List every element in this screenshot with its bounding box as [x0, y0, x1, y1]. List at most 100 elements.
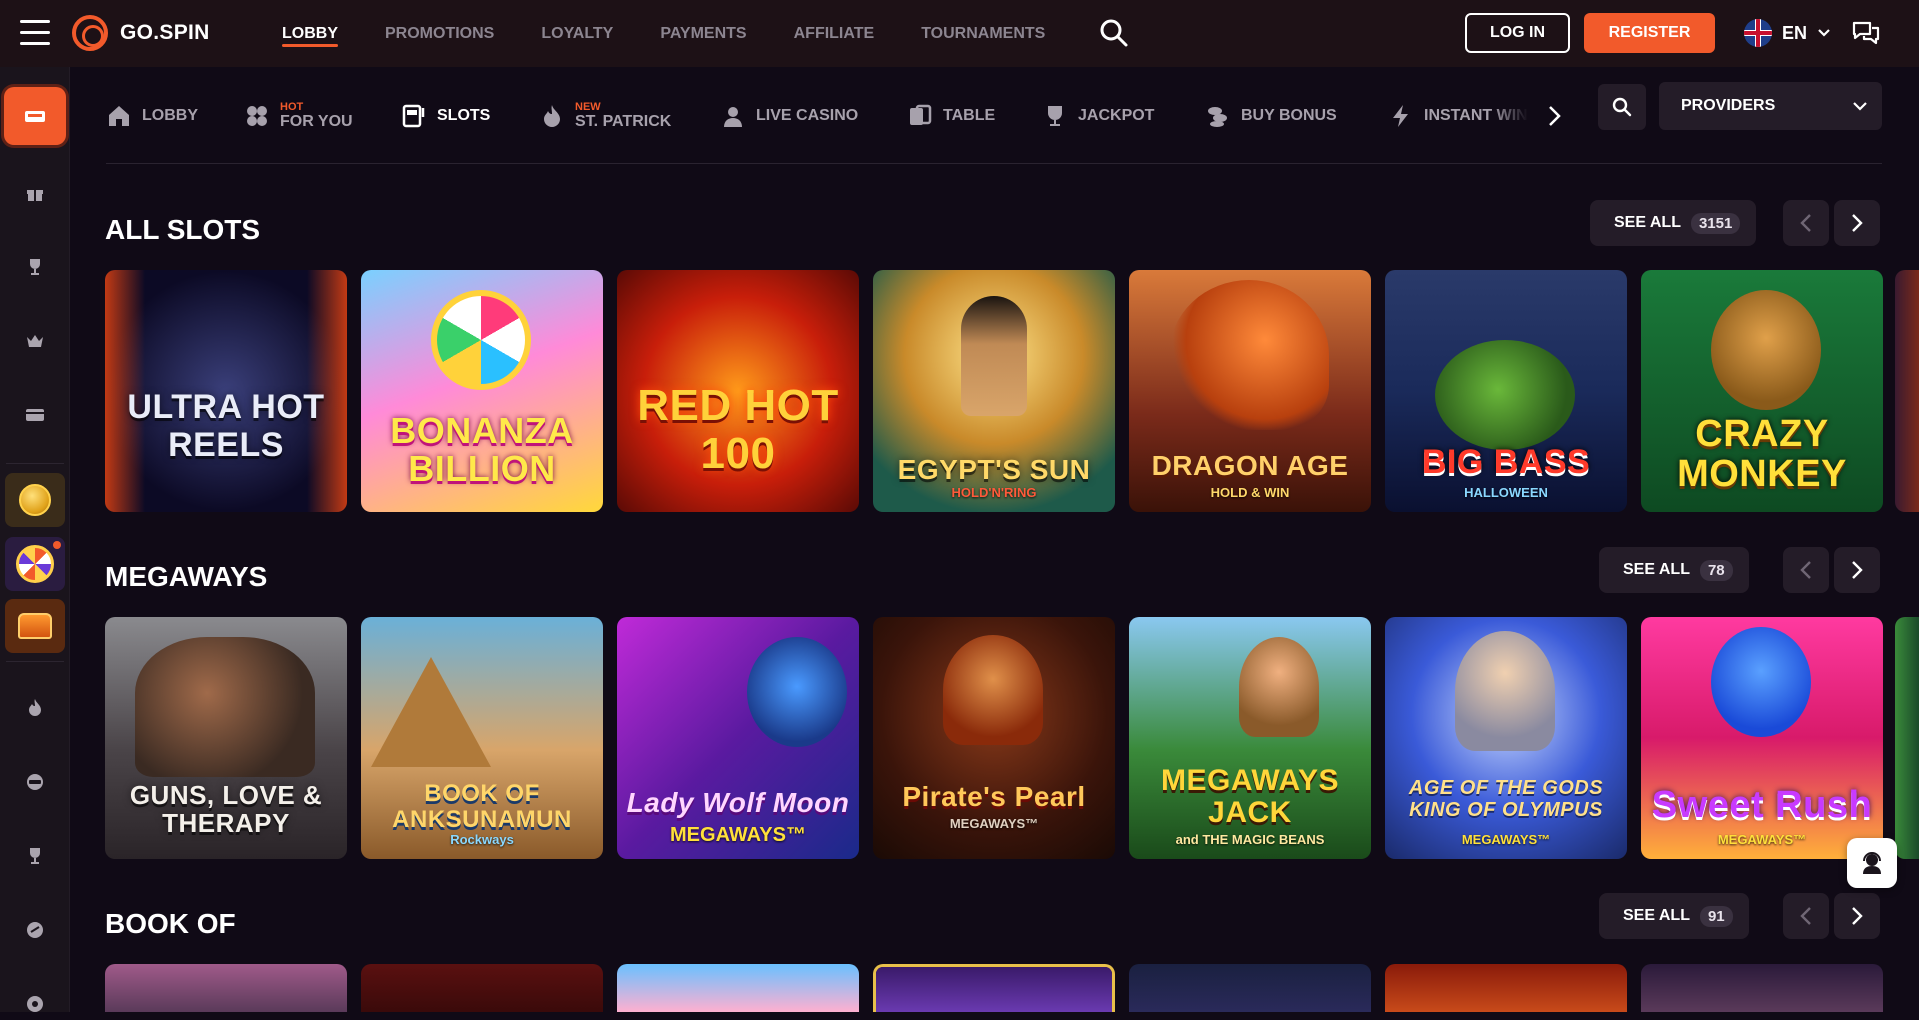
category-st-patrick[interactable]: NEW ST. PATRICK [539, 68, 671, 164]
sidebar-wheel-promo[interactable] [5, 537, 65, 591]
game-thumbnail [1385, 964, 1627, 1012]
game-card[interactable]: ULTRA HOT REELS [105, 270, 347, 512]
chevron-right-icon [1852, 561, 1863, 579]
see-all-megaways-button[interactable]: SEE ALL 78 [1599, 547, 1749, 593]
game-title: Pirate's Pearl [902, 781, 1086, 812]
see-all-label: SEE ALL [1623, 561, 1690, 578]
sidebar-gift-button[interactable] [19, 177, 51, 209]
nav-loyalty[interactable]: LOYALTY [541, 0, 613, 67]
game-title: BIG BASS [1421, 443, 1591, 481]
game-card[interactable]: BIG BASS HALLOWEEN [1385, 270, 1627, 512]
category-lobby[interactable]: LOBBY [106, 68, 198, 164]
nav-payments[interactable]: PAYMENTS [660, 0, 746, 67]
game-thumbnail [1129, 964, 1371, 1012]
game-card[interactable]: RED HOT 100 [617, 270, 859, 512]
slots-next-button[interactable] [1834, 200, 1880, 246]
category-slots[interactable]: SLOTS [401, 68, 490, 164]
category-bar: LOBBY HOT FOR YOU SLOTS NEW ST. PATRICK LI… [106, 68, 1882, 164]
menu-icon[interactable] [20, 20, 50, 46]
game-card[interactable] [1641, 964, 1883, 1012]
book-of-next-button[interactable] [1834, 893, 1880, 939]
nav-lobby[interactable]: LOBBY [282, 0, 338, 67]
see-all-slots-button[interactable]: SEE ALL 3151 [1590, 200, 1757, 246]
providers-dropdown[interactable]: PROVIDERS [1659, 82, 1882, 130]
chevron-right-icon [1852, 907, 1863, 925]
game-card[interactable]: EGYPT'S SUN HOLD'N'RING [873, 270, 1115, 512]
game-card[interactable]: Pirate's Pearl MEGAWAYS™ [873, 617, 1115, 859]
genie-figure [1711, 627, 1811, 737]
card-icon [26, 409, 44, 421]
game-card[interactable]: GUNS, LOVE & THERAPY [105, 617, 347, 859]
sidebar-slots-button[interactable] [4, 87, 66, 145]
game-card[interactable] [617, 964, 859, 1012]
language-label: EN [1782, 22, 1808, 43]
game-title: EGYPT'S SUN [897, 454, 1091, 485]
game-card[interactable]: BONANZA BILLION [361, 270, 603, 512]
game-card-peek[interactable] [1895, 617, 1919, 859]
sidebar-loyalty-button[interactable] [19, 325, 51, 357]
chevron-right-icon[interactable] [1542, 104, 1566, 128]
game-title: Sweet Rush [1651, 784, 1873, 826]
pirate-figure [943, 635, 1043, 745]
brand-name: GO.SPIN [120, 21, 210, 44]
category-for-you[interactable]: HOT FOR YOU [244, 68, 353, 164]
category-jackpot[interactable]: JACKPOT [1042, 68, 1154, 164]
game-card[interactable]: MEGAWAYS JACK and THE MAGIC BEANS [1129, 617, 1371, 859]
dragon-figure [1169, 280, 1329, 430]
nav-promotions[interactable]: PROMOTIONS [385, 0, 494, 67]
category-instant-win[interactable]: INSTANT WIN [1388, 68, 1528, 164]
game-card[interactable] [361, 964, 603, 1012]
game-title: CRAZY MONKEY [1677, 413, 1847, 495]
game-title: BOOK OF ANKSUNAMUN [392, 780, 572, 833]
sidebar-divider [6, 661, 64, 662]
login-button[interactable]: LOG IN [1465, 13, 1570, 53]
chat-icon[interactable] [1852, 20, 1880, 46]
ball-icon [27, 922, 43, 938]
support-chat-button[interactable] [1847, 838, 1897, 888]
sidebar-more-button[interactable] [19, 988, 51, 1020]
game-count-badge: 91 [1699, 905, 1733, 927]
game-card[interactable]: Lady Wolf Moon MEGAWAYS™ [617, 617, 859, 859]
trophy-icon [1048, 106, 1062, 126]
slot-machine-icon [402, 104, 425, 128]
nav-tournaments[interactable]: TOURNAMENTS [921, 0, 1045, 67]
game-search-button[interactable] [1598, 84, 1646, 130]
game-card[interactable]: BOOK OF ANKSUNAMUN Rockways [361, 617, 603, 859]
category-live-casino[interactable]: LIVE CASINO [720, 68, 858, 164]
game-card[interactable]: Sweet Rush MEGAWAYS™ [1641, 617, 1883, 859]
category-label: BUY BONUS [1241, 107, 1337, 124]
game-title: RED HOT 100 [637, 381, 839, 478]
slots-prev-button[interactable] [1783, 200, 1829, 246]
game-card[interactable] [1385, 964, 1627, 1012]
gift-icon [27, 190, 43, 201]
sidebar-divider [6, 463, 64, 464]
game-card-peek[interactable] [1895, 270, 1919, 512]
megaways-prev-button[interactable] [1783, 547, 1829, 593]
game-card[interactable] [105, 964, 347, 1012]
see-all-book-of-button[interactable]: SEE ALL 91 [1599, 893, 1749, 939]
search-icon[interactable] [1099, 18, 1129, 48]
sidebar-coin-promo[interactable] [5, 473, 65, 527]
megaways-next-button[interactable] [1834, 547, 1880, 593]
brand-logo[interactable]: GO.SPIN [72, 15, 210, 51]
language-selector[interactable]: EN [1744, 19, 1831, 47]
register-button[interactable]: REGISTER [1584, 13, 1715, 53]
category-table[interactable]: TABLE [907, 68, 995, 164]
chip-icon [27, 774, 43, 790]
sidebar-hot-button[interactable] [19, 692, 51, 724]
game-card[interactable]: AGE OF THE GODS KING OF OLYMPUS MEGAWAYS… [1385, 617, 1627, 859]
game-card[interactable] [873, 964, 1115, 1012]
sidebar-sports-button[interactable] [19, 914, 51, 946]
game-card[interactable]: DRAGON AGE HOLD & WIN [1129, 270, 1371, 512]
category-label: LOBBY [142, 107, 198, 124]
sidebar-payments-button[interactable] [19, 399, 51, 431]
book-of-prev-button[interactable] [1783, 893, 1829, 939]
sidebar-jackpot-button[interactable] [19, 840, 51, 872]
game-card[interactable] [1129, 964, 1371, 1012]
category-buy-bonus[interactable]: BUY BONUS [1205, 68, 1337, 164]
sidebar-tournaments-button[interactable] [19, 251, 51, 283]
nav-affiliate[interactable]: AFFILIATE [794, 0, 875, 67]
sidebar-live-button[interactable] [19, 766, 51, 798]
game-card[interactable]: CRAZY MONKEY [1641, 270, 1883, 512]
sidebar-chest-promo[interactable] [5, 599, 65, 653]
